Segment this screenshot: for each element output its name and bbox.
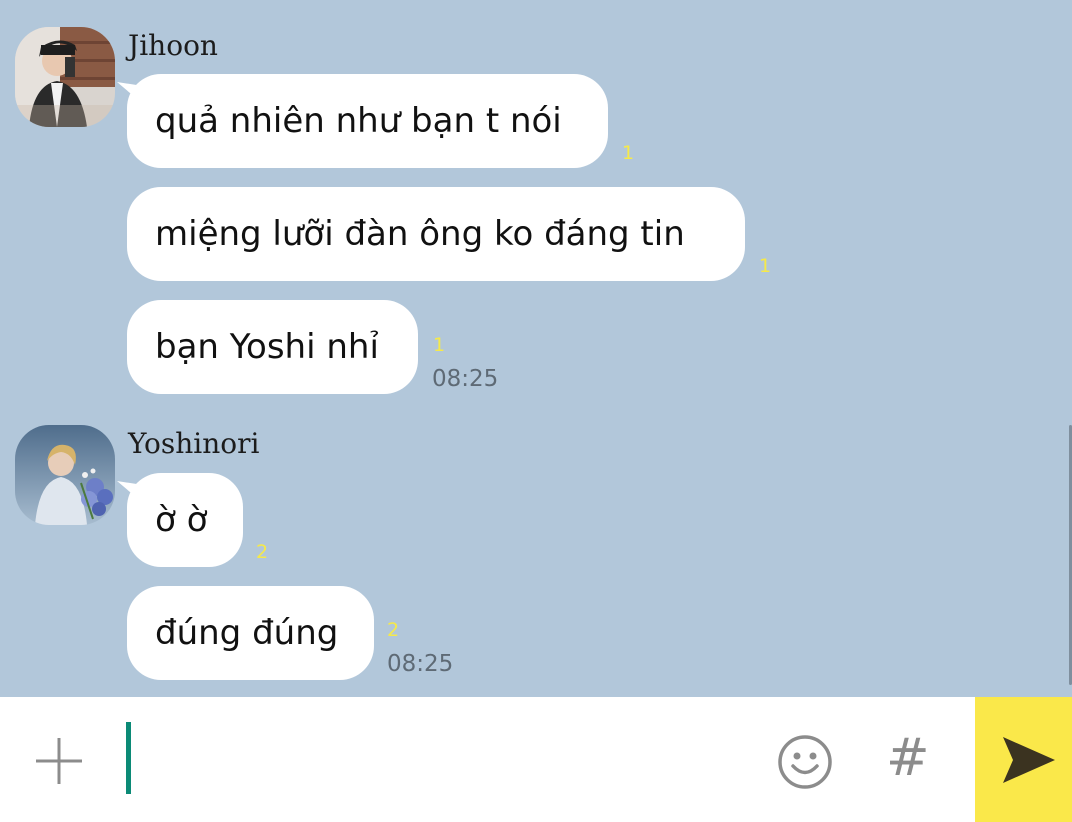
message-input-bar: # — [0, 697, 1072, 822]
avatar-jihoon[interactable] — [15, 27, 115, 127]
chat-area[interactable]: Jihoon quả nhiên như bạn t nói 1 miệng l… — [0, 0, 1072, 697]
message-bubble[interactable]: quả nhiên như bạn t nói — [127, 74, 608, 168]
message-bubble[interactable]: ờ ờ — [127, 473, 243, 567]
timestamp: 08:25 — [432, 366, 499, 392]
sender-name: Jihoon — [128, 29, 218, 62]
unread-count: 1 — [622, 142, 635, 164]
plus-icon[interactable] — [30, 732, 88, 790]
avatar-yoshinori[interactable] — [15, 425, 115, 525]
message-bubble[interactable]: bạn Yoshi nhỉ — [127, 300, 418, 394]
send-icon — [1003, 737, 1055, 783]
sender-name: Yoshinori — [128, 427, 260, 460]
unread-count: 2 — [387, 619, 400, 641]
message-bubble[interactable]: đúng đúng — [127, 586, 374, 680]
emoji-icon[interactable] — [776, 733, 834, 791]
message-input[interactable] — [126, 722, 131, 794]
hashtag-button[interactable]: # — [886, 727, 930, 789]
message-bubble[interactable]: miệng lưỡi đàn ông ko đáng tin — [127, 187, 745, 281]
unread-count: 1 — [433, 334, 446, 356]
unread-count: 1 — [759, 255, 772, 277]
send-button[interactable] — [975, 697, 1072, 822]
unread-count: 2 — [256, 541, 269, 563]
timestamp: 08:25 — [387, 651, 454, 677]
